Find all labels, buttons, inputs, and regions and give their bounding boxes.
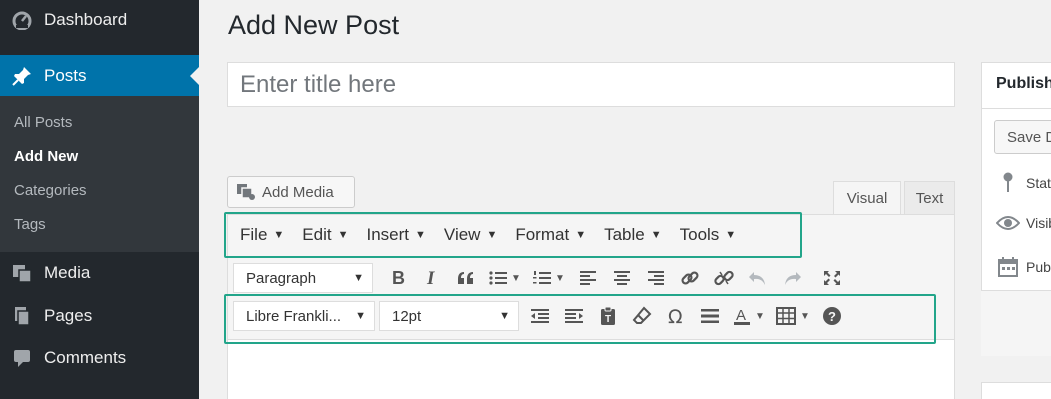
page-title: Add New Post	[228, 10, 400, 40]
menu-label: Media	[44, 263, 91, 282]
format-box	[981, 382, 1051, 399]
menu-view[interactable]: View ▼	[444, 225, 497, 245]
menu-table[interactable]: Table ▼	[604, 225, 662, 245]
submenu-tags[interactable]: Tags	[14, 216, 46, 233]
menu-tools[interactable]: Tools ▼	[680, 225, 737, 245]
menu-pages[interactable]: Pages	[0, 296, 199, 336]
admin-sidebar: Dashboard Posts All Posts Add New Catego…	[0, 0, 199, 399]
caret-down-icon: ▼	[273, 229, 285, 241]
caret-down-icon: ▼	[511, 272, 521, 284]
caret-down-icon: ▼	[555, 272, 565, 284]
visibility-row: Visibility:	[996, 215, 1051, 231]
menu-media[interactable]: Media	[0, 253, 199, 293]
toolbar-row-1: Paragraph ▼ B I ▼ ▼	[233, 263, 849, 293]
bullet-list-button[interactable]: ▼	[483, 263, 527, 293]
caret-down-icon: ▼	[486, 229, 498, 241]
menu-label: Dashboard	[44, 10, 128, 29]
menu-label: Posts	[44, 65, 87, 85]
menu-label: Comments	[44, 348, 127, 367]
caret-down-icon: ▼	[337, 229, 349, 241]
dashboard-icon	[0, 10, 44, 30]
editor-menubar: File ▼ Edit ▼ Insert ▼ View ▼ Format ▼ Table ▼…	[224, 212, 802, 258]
divider	[981, 108, 1051, 109]
bold-button[interactable]: B	[381, 263, 415, 293]
eye-icon	[996, 215, 1020, 231]
pushpin-icon	[0, 65, 44, 87]
visibility-label: Visibility:	[1026, 215, 1051, 231]
menu-label: Pages	[44, 306, 93, 325]
caret-down-icon: ▼	[725, 229, 737, 241]
menu-comments[interactable]: Comments	[0, 338, 199, 378]
caret-down-icon: ▼	[650, 229, 662, 241]
status-row: Status:	[996, 172, 1051, 194]
menu-insert[interactable]: Insert ▼	[366, 225, 425, 245]
menu-edit[interactable]: Edit ▼	[302, 225, 348, 245]
undo-button[interactable]	[741, 263, 775, 293]
align-left-button[interactable]	[571, 263, 605, 293]
media-icon	[236, 183, 256, 201]
posts-submenu: All Posts Add New Categories Tags	[0, 96, 199, 252]
publish-time-row: Publish	[996, 257, 1051, 277]
add-media-button[interactable]: Add Media	[227, 176, 355, 208]
italic-button[interactable]: I	[415, 263, 449, 293]
svg-text:I: I	[426, 269, 435, 287]
menu-file[interactable]: File ▼	[240, 225, 284, 245]
unlink-button[interactable]	[707, 263, 741, 293]
status-label: Status:	[1026, 175, 1051, 191]
align-right-button[interactable]	[639, 263, 673, 293]
highlight-frame	[224, 294, 936, 344]
tab-visual[interactable]: Visual	[833, 181, 901, 215]
submenu-add-new[interactable]: Add New	[14, 148, 78, 165]
submenu-categories[interactable]: Categories	[14, 182, 87, 199]
add-media-label: Add Media	[262, 183, 334, 201]
svg-text:B: B	[392, 269, 405, 287]
save-draft-button[interactable]: Save Draft	[994, 120, 1051, 154]
format-select[interactable]: Paragraph ▼	[233, 263, 373, 293]
fullscreen-button[interactable]	[815, 263, 849, 293]
menu-posts[interactable]: Posts	[0, 55, 199, 96]
pages-icon	[0, 306, 44, 326]
numbered-list-button[interactable]: ▼	[527, 263, 571, 293]
caret-down-icon: ▼	[575, 229, 587, 241]
post-title-input[interactable]	[227, 62, 955, 107]
media-icon	[0, 263, 44, 283]
calendar-icon	[996, 257, 1020, 277]
caret-down-icon: ▼	[353, 272, 364, 284]
blockquote-button[interactable]	[449, 263, 483, 293]
menu-format[interactable]: Format ▼	[515, 225, 586, 245]
redo-button[interactable]	[775, 263, 809, 293]
caret-down-icon: ▼	[415, 229, 426, 241]
pin-icon	[996, 172, 1020, 194]
align-center-button[interactable]	[605, 263, 639, 293]
publish-time-label: Publish	[1026, 259, 1051, 275]
publish-box-title: Publish	[996, 75, 1051, 92]
submenu-all-posts[interactable]: All Posts	[14, 114, 72, 131]
publish-actions-area	[981, 290, 1051, 356]
comment-icon	[0, 348, 44, 368]
insert-link-button[interactable]	[673, 263, 707, 293]
menu-dashboard[interactable]: Dashboard	[0, 0, 199, 40]
tab-text[interactable]: Text	[904, 181, 955, 215]
